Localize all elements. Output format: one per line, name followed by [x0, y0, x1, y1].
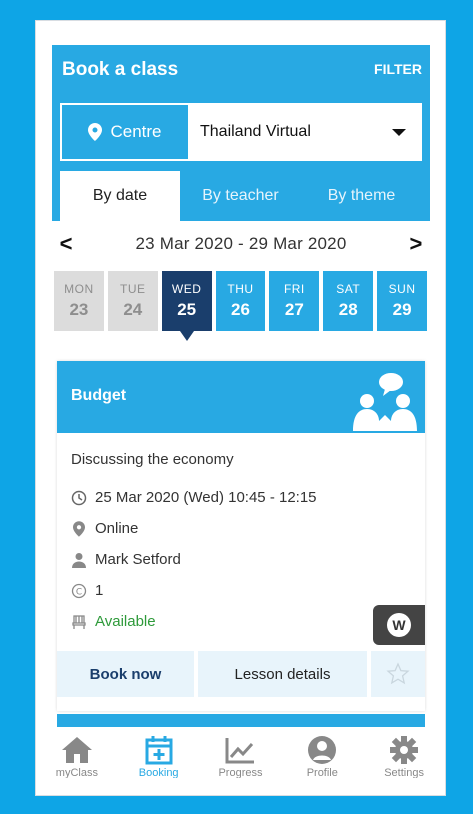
- day-name: WED: [171, 282, 202, 296]
- class-topic: Discussing the economy: [71, 451, 234, 468]
- class-teacher: Mark Setford: [95, 551, 181, 568]
- centre-label-text: Centre: [110, 122, 162, 141]
- centre-label: Centre: [62, 105, 190, 159]
- day-date: 23: [69, 300, 89, 319]
- day-date: 24: [123, 300, 143, 319]
- class-card-header: Budget: [57, 361, 425, 433]
- day-date: 26: [231, 300, 250, 319]
- day-mon[interactable]: MON 23: [54, 271, 104, 331]
- class-location: Online: [95, 520, 139, 537]
- day-name: MON: [64, 282, 94, 296]
- tab-by-theme[interactable]: By theme: [301, 171, 422, 221]
- class-card-body: Discussing the economy 25 Mar 2020 (Wed)…: [57, 433, 425, 637]
- day-date: 29: [392, 300, 412, 319]
- nav-progress[interactable]: Progress: [205, 735, 275, 778]
- week-navigator: < 23 Mar 2020 - 29 Mar 2020 >: [56, 226, 426, 262]
- caret-down-icon: [392, 128, 406, 136]
- centre-selector: Centre Thailand Virtual: [60, 103, 422, 161]
- nav-label: myClass: [55, 767, 98, 778]
- phone-screen: Book a class FILTER Centre Thailand Virt…: [36, 21, 445, 795]
- class-datetime-row: 25 Mar 2020 (Wed) 10:45 - 12:15: [71, 482, 411, 513]
- group-discussion-icon: [353, 373, 417, 431]
- nav-label: Settings: [384, 767, 424, 778]
- credit-coin-icon: C: [71, 583, 87, 599]
- calendar-plus-icon: [145, 736, 173, 765]
- person-icon: [308, 736, 337, 764]
- tab-by-teacher[interactable]: By teacher: [180, 171, 301, 221]
- nav-label: Progress: [218, 767, 263, 778]
- day-wed[interactable]: WED 25: [161, 271, 212, 341]
- lesson-details-button[interactable]: Lesson details: [198, 651, 367, 697]
- week-range: 23 Mar 2020 - 29 Mar 2020: [135, 234, 347, 253]
- star-icon: [386, 662, 410, 685]
- location-pin-icon: [88, 123, 103, 141]
- chart-icon: [225, 738, 255, 764]
- class-actions: Book now Lesson details: [57, 651, 425, 697]
- bottom-navigation: myClass Booking Progress Profile Setting…: [36, 727, 445, 795]
- nav-label: Booking: [138, 767, 179, 778]
- class-datetime: 25 Mar 2020 (Wed) 10:45 - 12:15: [95, 489, 317, 506]
- book-class-header: Book a class FILTER Centre Thailand Virt…: [52, 45, 430, 221]
- day-thu[interactable]: THU 26: [215, 271, 266, 331]
- nav-label: Profile: [306, 767, 338, 778]
- class-availability-row: Available: [71, 606, 411, 637]
- filter-button[interactable]: FILTER: [374, 61, 422, 77]
- class-card: Budget Discussing the economy 25 Mar 202…: [57, 361, 425, 711]
- day-tue[interactable]: TUE 24: [107, 271, 158, 331]
- day-name: SUN: [388, 282, 416, 296]
- page-title: Book a class: [62, 59, 179, 80]
- day-picker: MON 23 TUE 24 WED 25 THU 26 FRI 27 SAT 2…: [54, 271, 428, 341]
- day-sun[interactable]: SUN 29: [377, 271, 428, 331]
- level-badge: W: [373, 605, 425, 645]
- day-sat[interactable]: SAT 28: [323, 271, 374, 331]
- level-badge-letter: W: [387, 613, 411, 637]
- day-name: FRI: [283, 282, 305, 296]
- filter-tabs: By date By teacher By theme: [60, 171, 422, 221]
- nav-booking[interactable]: Booking: [124, 735, 194, 778]
- seat-icon: [71, 614, 87, 630]
- day-fri[interactable]: FRI 27: [269, 271, 320, 331]
- person-icon: [71, 552, 87, 568]
- location-pin-icon: [71, 520, 87, 537]
- class-credits: 1: [95, 582, 104, 599]
- class-availability: Available: [95, 613, 156, 630]
- prev-week-button[interactable]: <: [56, 231, 76, 257]
- centre-dropdown[interactable]: Thailand Virtual: [190, 105, 420, 159]
- favorite-button[interactable]: [371, 651, 425, 697]
- class-location-row: Online: [71, 513, 411, 544]
- book-now-button[interactable]: Book now: [57, 651, 194, 697]
- class-credits-row: C 1: [71, 575, 411, 606]
- home-icon: [61, 737, 92, 763]
- day-date: 28: [338, 300, 358, 319]
- day-date: 27: [284, 300, 304, 319]
- day-name: SAT: [336, 282, 361, 296]
- nav-profile[interactable]: Profile: [287, 735, 357, 778]
- clock-icon: [71, 490, 87, 506]
- tab-by-date[interactable]: By date: [60, 171, 180, 221]
- day-name: THU: [227, 282, 254, 296]
- nav-settings[interactable]: Settings: [369, 735, 439, 778]
- nav-myclass[interactable]: myClass: [42, 735, 112, 778]
- gear-icon: [390, 736, 419, 764]
- day-date: 25: [177, 300, 197, 319]
- class-teacher-row: Mark Setford: [71, 544, 411, 575]
- class-title: Budget: [71, 387, 127, 404]
- centre-dropdown-value: Thailand Virtual: [200, 123, 311, 140]
- day-name: TUE: [120, 282, 146, 296]
- next-week-button[interactable]: >: [406, 231, 426, 257]
- svg-text:C: C: [76, 587, 82, 597]
